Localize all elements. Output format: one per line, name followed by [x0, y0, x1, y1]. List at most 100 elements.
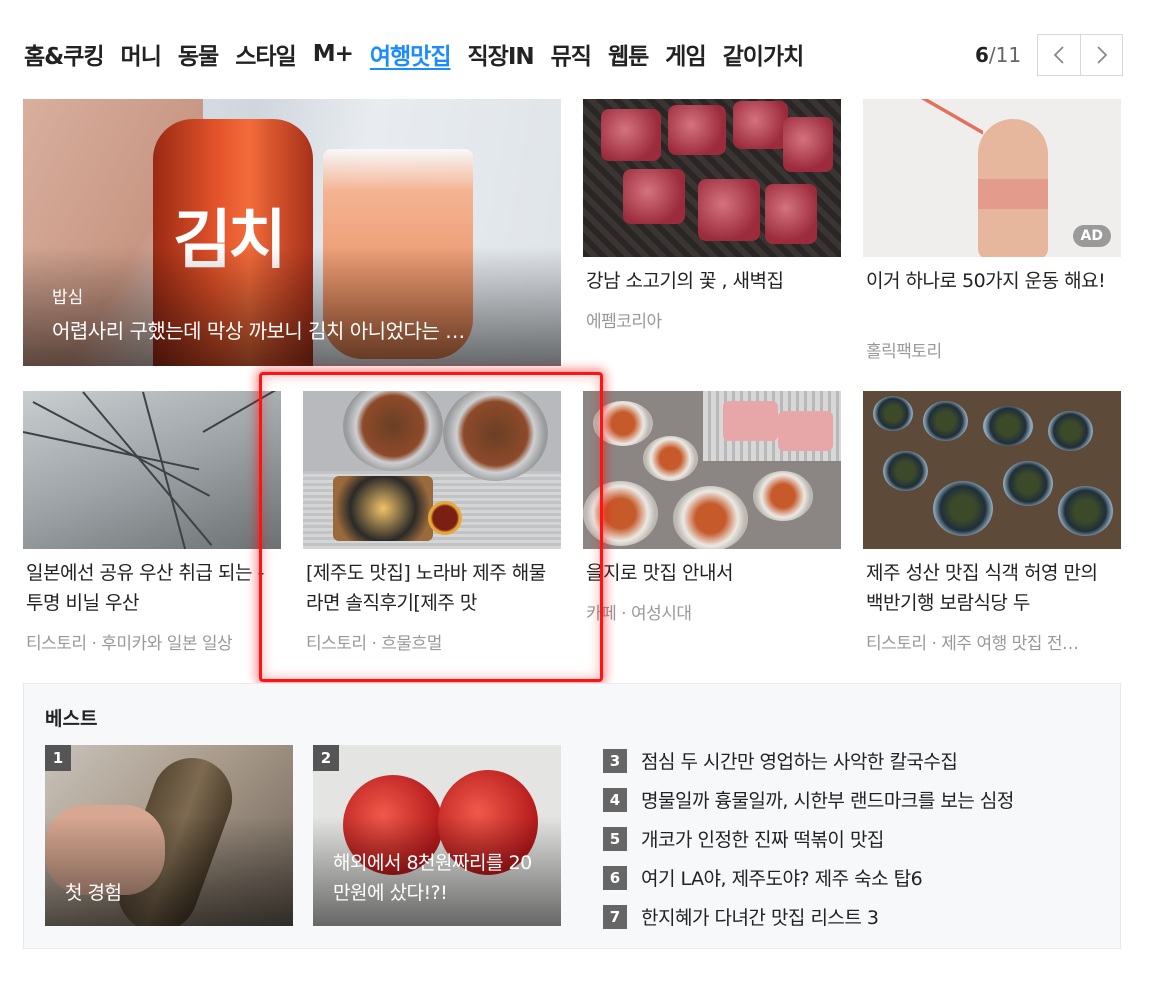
chevron-left-icon: [1053, 46, 1064, 64]
nav-tab-home-cooking[interactable]: 홈&쿠킹: [24, 37, 105, 71]
best-card-caption: 해외에서 8천원짜리를 20만원에 샀다!?!: [333, 852, 532, 904]
side-dish: [673, 486, 748, 549]
ad-badge: AD: [1072, 225, 1111, 247]
card-title[interactable]: 제주 성산 맛집 식객 허영 만의 백반기행 보람식당 두: [866, 558, 1116, 618]
best-title: 베스트: [45, 708, 98, 730]
best-section: 베스트 1 첫 경험 2 해외에서 8천원짜리를 20만원에 샀다!?! 3 점…: [23, 683, 1121, 949]
page-total: /11: [988, 43, 1022, 67]
next-page-button[interactable]: [1080, 35, 1122, 75]
nav-tab-game[interactable]: 게임: [665, 37, 706, 71]
card-title[interactable]: 을지로 맛집 안내서: [586, 558, 836, 588]
page-current: 6: [975, 43, 989, 67]
beef-piece: [601, 109, 661, 161]
umbrella-rib: [202, 391, 281, 433]
side-dish: [753, 471, 813, 521]
beef-piece: [765, 184, 817, 244]
card-source: 카페 · 여성시대: [586, 604, 692, 624]
banchan-bowl: [873, 396, 913, 431]
ramen-pot: [343, 391, 443, 471]
rank-badge: 2: [313, 745, 339, 771]
card-thumbnail-beef[interactable]: [583, 99, 841, 257]
rank-title[interactable]: 점심 두 시간만 영업하는 사악한 칼국수집: [641, 747, 958, 774]
banchan-bowl: [1048, 411, 1093, 451]
card-thumbnail-bbq[interactable]: [583, 391, 841, 549]
chevron-right-icon: [1096, 46, 1107, 64]
rank-number: 6: [603, 865, 627, 890]
best-card-caption: 첫 경험: [65, 882, 122, 904]
beef-piece: [668, 105, 726, 155]
card-title[interactable]: 이거 하나로 50가지 운동 해요!: [866, 266, 1106, 326]
card-source: 티스토리 · 후미카와 일본 일상: [26, 634, 233, 654]
meat-slice: [723, 401, 778, 441]
rank-number: 4: [603, 787, 627, 812]
beef-piece: [698, 179, 760, 241]
page-counter: 6/11: [975, 43, 1021, 67]
card-thumbnail-umbrella[interactable]: [23, 391, 281, 549]
beef-piece: [783, 117, 833, 172]
nav-tab-travel-food[interactable]: 여행맛집: [370, 37, 452, 71]
rank-title[interactable]: 명물일까 흉물일까, 시한부 랜드마크를 보는 심정: [641, 786, 1014, 813]
rank-item[interactable]: 4 명물일까 흉물일까, 시한부 랜드마크를 보는 심정: [603, 784, 1014, 815]
rank-number: 3: [603, 748, 627, 773]
rank-number: 5: [603, 826, 627, 851]
bibimbap-plate: [333, 476, 433, 541]
pager: 6/11: [975, 34, 1124, 76]
nav-tab-music[interactable]: 뮤직: [551, 37, 592, 71]
rank-title[interactable]: 한지혜가 다녀간 맛집 리스트 3: [641, 903, 879, 930]
prev-page-button[interactable]: [1038, 35, 1080, 75]
meat-slice: [778, 411, 833, 451]
ramen-pot: [443, 391, 548, 481]
best-rank-list: 3 점심 두 시간만 영업하는 사악한 칼국수집 4 명물일까 흉물일까, 시한…: [603, 745, 1014, 940]
card-title[interactable]: [제주도 맛집] 노라바 제주 해물라면 솔직후기[제주 맛: [306, 558, 551, 618]
category-nav: 홈&쿠킹 머니 동물 스타일 M+ 여행맛집 직장IN 뮤직 웹툰 게임 같이가…: [24, 34, 820, 74]
banchan-bowl: [933, 481, 993, 536]
hero-shade: [23, 246, 561, 366]
umbrella-rib: [32, 401, 211, 497]
banchan-bowl: [923, 401, 968, 441]
card-thumbnail-seafood-ramen[interactable]: [303, 391, 561, 549]
best-card-1[interactable]: 1 첫 경험: [45, 745, 293, 926]
card-source: 티스토리 · 흐물흐멀: [306, 634, 442, 654]
beef-piece: [733, 101, 788, 149]
hero-card[interactable]: 김치 밥심 어렵사리 구했는데 막상 까보니 김치 아니었다는 …: [23, 99, 561, 366]
best-card-shade: [45, 816, 293, 926]
banchan-bowl: [883, 451, 928, 491]
banchan-bowl: [1058, 486, 1113, 536]
rank-title[interactable]: 개코가 인정한 진짜 떡볶이 맛집: [641, 825, 884, 852]
rank-badge: 1: [45, 745, 71, 771]
side-dish: [583, 481, 658, 546]
banchan-bowl: [1003, 461, 1053, 506]
card-source: 에펨코리아: [586, 312, 662, 332]
nav-tab-webtoon[interactable]: 웹툰: [608, 37, 649, 71]
card-source: 홀릭팩토리: [866, 342, 942, 362]
nav-tab-animal[interactable]: 동물: [178, 37, 219, 71]
nav-tab-together[interactable]: 같이가치: [723, 37, 805, 71]
rank-item[interactable]: 7 한지혜가 다녀간 맛집 리스트 3: [603, 901, 1014, 932]
sauce-dish: [428, 501, 462, 535]
nav-tab-money[interactable]: 머니: [121, 37, 162, 71]
side-dish: [643, 436, 698, 481]
pager-buttons: [1037, 34, 1124, 76]
nav-tab-work-in[interactable]: 직장IN: [468, 37, 535, 71]
rank-title[interactable]: 여기 LA야, 제주도야? 제주 숙소 탑6: [641, 864, 923, 891]
hero-category: 밥심: [52, 288, 84, 308]
card-source: 티스토리 · 제주 여행 맛집 전…: [866, 634, 1079, 654]
card-title[interactable]: 일본에선 공유 우산 취급 되는 - 투명 비닐 우산: [26, 558, 276, 618]
banchan-bowl: [983, 406, 1033, 446]
card-title[interactable]: 강남 소고기의 꽃 , 새벽집: [586, 266, 846, 296]
umbrella-rib: [23, 431, 200, 471]
rank-number: 7: [603, 904, 627, 929]
nav-tab-style[interactable]: 스타일: [235, 37, 296, 71]
exercise-band: [873, 99, 983, 201]
rank-item[interactable]: 3 점심 두 시간만 영업하는 사악한 칼국수집: [603, 745, 1014, 776]
hero-title[interactable]: 어렵사리 구했는데 막상 까보니 김치 아니었다는 …: [52, 315, 465, 344]
card-thumbnail-exercise[interactable]: AD: [863, 99, 1121, 257]
rank-item[interactable]: 5 개코가 인정한 진짜 떡볶이 맛집: [603, 823, 1014, 854]
card-thumbnail-banchan[interactable]: [863, 391, 1121, 549]
nav-tab-m-plus[interactable]: M+: [313, 41, 354, 67]
exercise-top: [978, 179, 1048, 209]
beef-piece: [623, 169, 685, 224]
side-dish: [593, 401, 653, 446]
rank-item[interactable]: 6 여기 LA야, 제주도야? 제주 숙소 탑6: [603, 862, 1014, 893]
best-card-2[interactable]: 2 해외에서 8천원짜리를 20만원에 샀다!?!: [313, 745, 561, 926]
